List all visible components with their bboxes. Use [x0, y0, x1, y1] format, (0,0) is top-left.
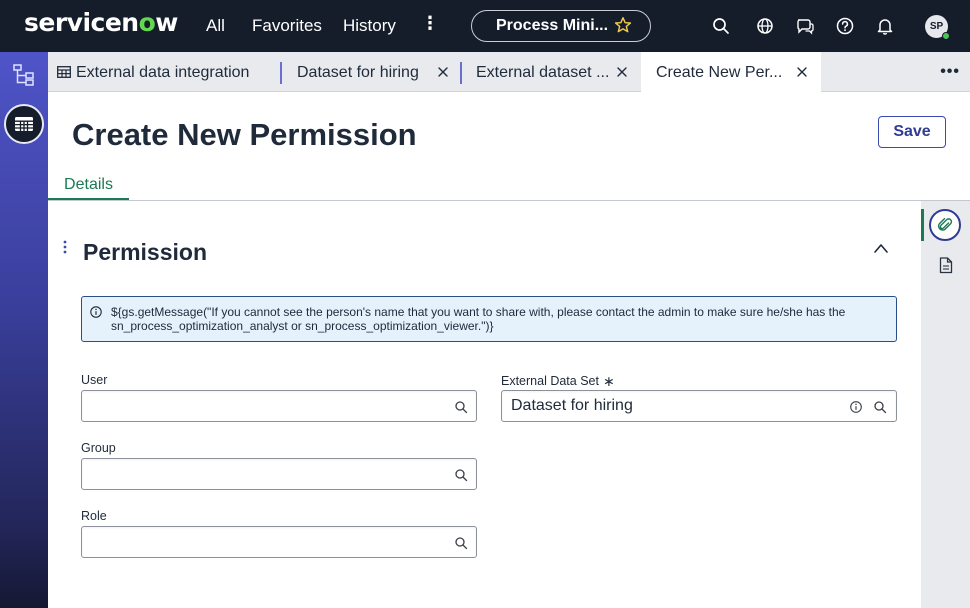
tab-label: Dataset for hiring	[297, 64, 419, 81]
active-indicator	[921, 209, 924, 241]
close-icon[interactable]	[616, 66, 628, 78]
tab-label: Create New Per...	[656, 64, 783, 81]
info-icon	[90, 306, 102, 318]
table-grid-icon	[15, 117, 33, 131]
external-data-set-field[interactable]: Dataset for hiring	[501, 390, 897, 422]
tab-details[interactable]: Details	[48, 172, 129, 201]
document-icon[interactable]	[939, 257, 953, 274]
user-field[interactable]	[81, 390, 477, 422]
bell-icon[interactable]	[875, 16, 895, 36]
globe-icon[interactable]	[755, 16, 775, 36]
external-data-set-label-text: External Data Set	[501, 374, 599, 388]
tab-bar: External data integration Dataset for hi…	[48, 52, 970, 92]
top-nav: servicenow All Favorites History ⋮ Proce…	[0, 0, 970, 52]
tab-dataset-for-hiring[interactable]: Dataset for hiring	[280, 52, 460, 92]
help-icon[interactable]	[835, 16, 855, 36]
divider	[48, 200, 970, 201]
drag-handle-icon[interactable]	[63, 240, 67, 254]
external-data-set-value: Dataset for hiring	[511, 397, 633, 414]
info-message-text: ${gs.getMessage("If you cannot see the p…	[111, 305, 846, 333]
tab-create-new-permission[interactable]: Create New Per...	[641, 52, 821, 92]
close-icon[interactable]	[437, 66, 449, 78]
role-field[interactable]	[81, 526, 477, 558]
close-icon[interactable]	[796, 66, 808, 78]
info-icon[interactable]	[849, 400, 863, 414]
external-data-set-label: External Data Set ∗	[501, 373, 615, 390]
role-label: Role	[81, 509, 107, 523]
search-icon[interactable]	[454, 468, 468, 482]
table-grid-button[interactable]	[4, 104, 44, 144]
required-indicator: ∗	[602, 373, 615, 389]
nav-history[interactable]: History	[343, 16, 396, 36]
tab-label: External data integration	[76, 64, 250, 81]
star-icon[interactable]	[614, 16, 632, 34]
user-label: User	[81, 373, 108, 387]
search-icon[interactable]	[711, 16, 731, 36]
tab-label: External dataset ...	[476, 64, 610, 81]
page-title: Create New Permission	[72, 117, 417, 152]
avatar-initials: SP	[929, 21, 944, 32]
chevron-up-icon[interactable]	[873, 242, 889, 254]
search-icon[interactable]	[454, 400, 468, 414]
group-label: Group	[81, 441, 116, 455]
details-tab-label: Details	[64, 176, 113, 193]
group-field[interactable]	[81, 458, 477, 490]
info-message-box: ${gs.getMessage("If you cannot see the p…	[81, 296, 897, 342]
servicenow-logo[interactable]: servicenow	[24, 8, 178, 37]
hierarchy-tree-icon[interactable]	[13, 64, 35, 86]
nav-favorites[interactable]: Favorites	[252, 16, 322, 36]
context-pill[interactable]: Process Mini...	[471, 10, 651, 42]
left-rail	[0, 52, 48, 608]
chat-icon[interactable]	[795, 16, 815, 36]
context-pill-label: Process Mini...	[496, 17, 609, 34]
tab-external-dataset[interactable]: External dataset ...	[460, 52, 640, 92]
section-title: Permission	[83, 239, 207, 265]
right-side-panel	[921, 201, 970, 608]
search-icon[interactable]	[454, 536, 468, 550]
more-horizontal-icon[interactable]: •••	[940, 64, 960, 80]
paperclip-icon	[937, 217, 953, 231]
tab-external-data-integration[interactable]: External data integration	[48, 52, 280, 92]
user-avatar[interactable]: SP	[925, 15, 950, 40]
attachments-button[interactable]	[929, 209, 961, 241]
save-button[interactable]: Save	[878, 116, 946, 148]
tab-separator	[280, 62, 282, 84]
search-icon[interactable]	[873, 400, 887, 414]
online-status-dot	[942, 32, 950, 40]
table-icon	[57, 66, 71, 78]
more-vertical-icon[interactable]: ⋮	[421, 14, 439, 32]
tab-separator	[460, 62, 462, 84]
nav-all[interactable]: All	[206, 16, 225, 36]
